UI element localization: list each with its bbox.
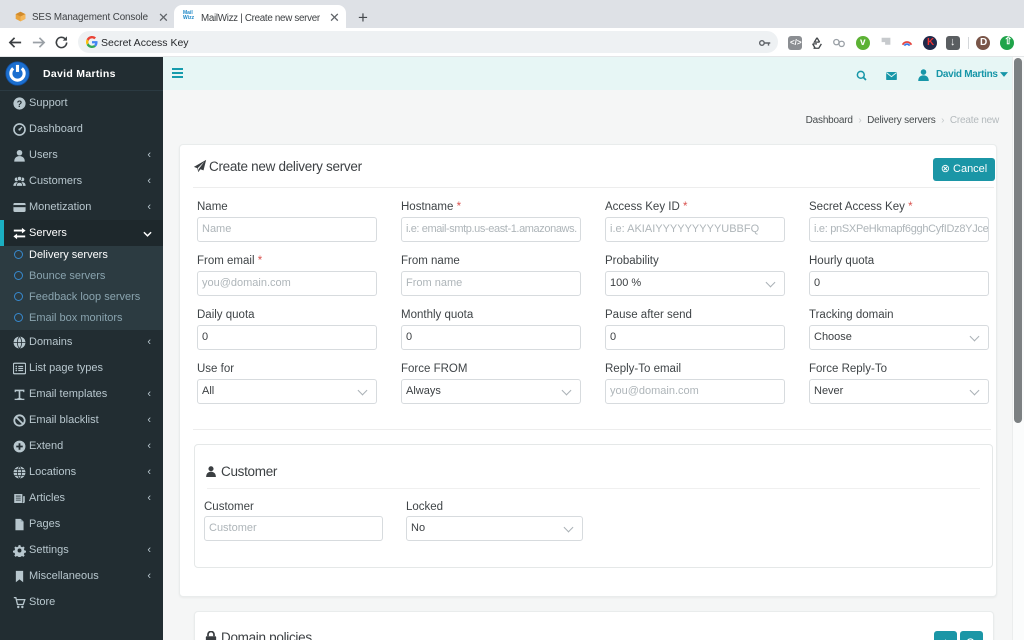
svg-text:?: ? xyxy=(17,99,22,109)
